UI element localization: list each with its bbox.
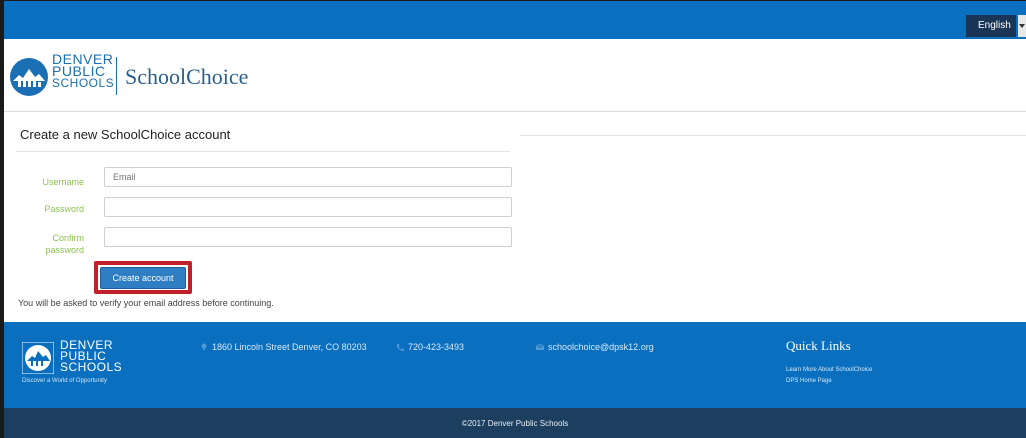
confirm-label-line: Confirm: [52, 233, 84, 243]
logo-line: SCHOOLS: [60, 360, 123, 374]
email-link[interactable]: schoolchoice@dpsk12.org: [548, 342, 654, 352]
logo-line: SCHOOLS: [52, 76, 115, 90]
confirm-label-line: password: [45, 245, 84, 255]
title-divider: [16, 151, 510, 152]
chevron-down-icon[interactable]: [1018, 15, 1026, 37]
create-account-button[interactable]: Create account: [100, 267, 186, 289]
link-learn-more[interactable]: Learn More About SchoolChoice: [786, 367, 872, 373]
footer: DENVER PUBLIC SCHOOLS Discover a World o…: [4, 322, 1026, 408]
dps-logo-text[interactable]: DENVER PUBLIC SCHOOLS: [52, 52, 115, 90]
top-bar: English: [4, 1, 1026, 39]
username-input[interactable]: [104, 167, 512, 187]
confirm-password-label: Confirm password: [24, 232, 84, 256]
dps-logo-icon[interactable]: [9, 57, 49, 97]
address-text: 1860 Lincoln Street Denver, CO 80203: [212, 342, 367, 352]
username-label: Username: [42, 177, 84, 187]
password-label: Password: [44, 204, 84, 214]
verify-note: You will be asked to verify your email a…: [18, 298, 274, 308]
phone-icon: [396, 343, 404, 351]
footer-address: 1860 Lincoln Street Denver, CO 80203: [200, 342, 367, 352]
password-input[interactable]: [104, 197, 512, 217]
site-header: DENVER PUBLIC SCHOOLS SchoolChoice: [4, 39, 1026, 111]
confirm-password-input[interactable]: [104, 227, 512, 247]
dps-logo-icon[interactable]: [22, 342, 54, 374]
brand-name[interactable]: SchoolChoice: [125, 64, 248, 90]
envelope-icon: [535, 343, 545, 351]
footer-phone: 720-423-3493: [396, 342, 464, 352]
footer-tagline: Discover a World of Opportunity: [22, 378, 107, 384]
footer-email: schoolchoice@dpsk12.org: [535, 342, 654, 352]
header-divider: [4, 111, 1026, 112]
language-select[interactable]: English: [966, 15, 1016, 37]
quick-links-title: Quick Links: [786, 338, 851, 353]
copyright-bar: ©2017 Denver Public Schools: [4, 408, 1026, 438]
footer-logo-text[interactable]: DENVER PUBLIC SCHOOLS: [60, 339, 123, 374]
phone-text[interactable]: 720-423-3493: [408, 342, 464, 352]
page-title: Create a new SchoolChoice account: [20, 127, 231, 142]
right-divider: [520, 135, 1026, 136]
link-dps-home[interactable]: DPS Home Page: [786, 378, 832, 384]
logo-divider: [116, 57, 117, 95]
location-pin-icon: [200, 343, 208, 351]
copyright-text: ©2017 Denver Public Schools: [461, 419, 569, 428]
